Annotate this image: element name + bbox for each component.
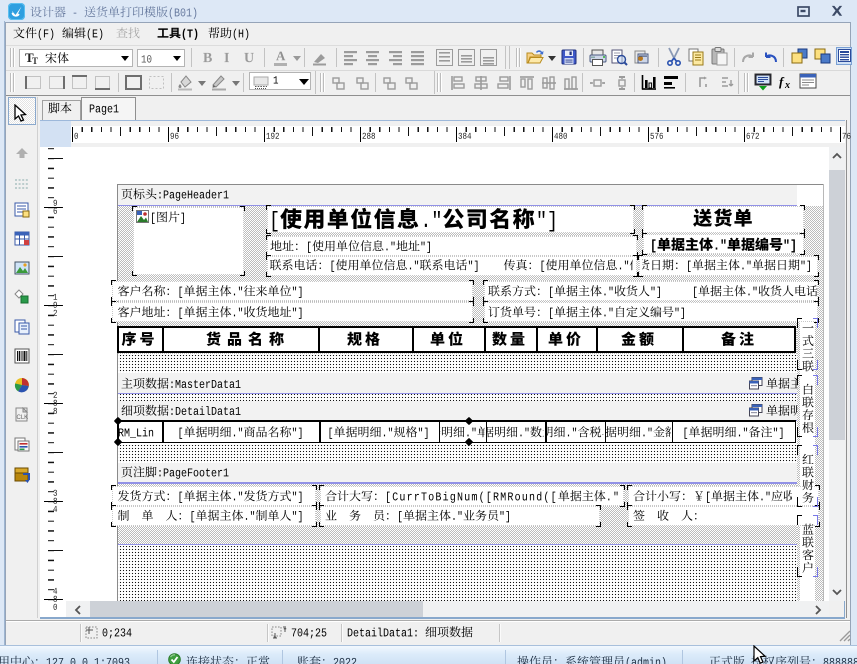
svg-text:CLK: CLK [17,415,29,421]
svg-text:x: x [784,80,790,91]
svg-text:T: T [32,56,38,65]
